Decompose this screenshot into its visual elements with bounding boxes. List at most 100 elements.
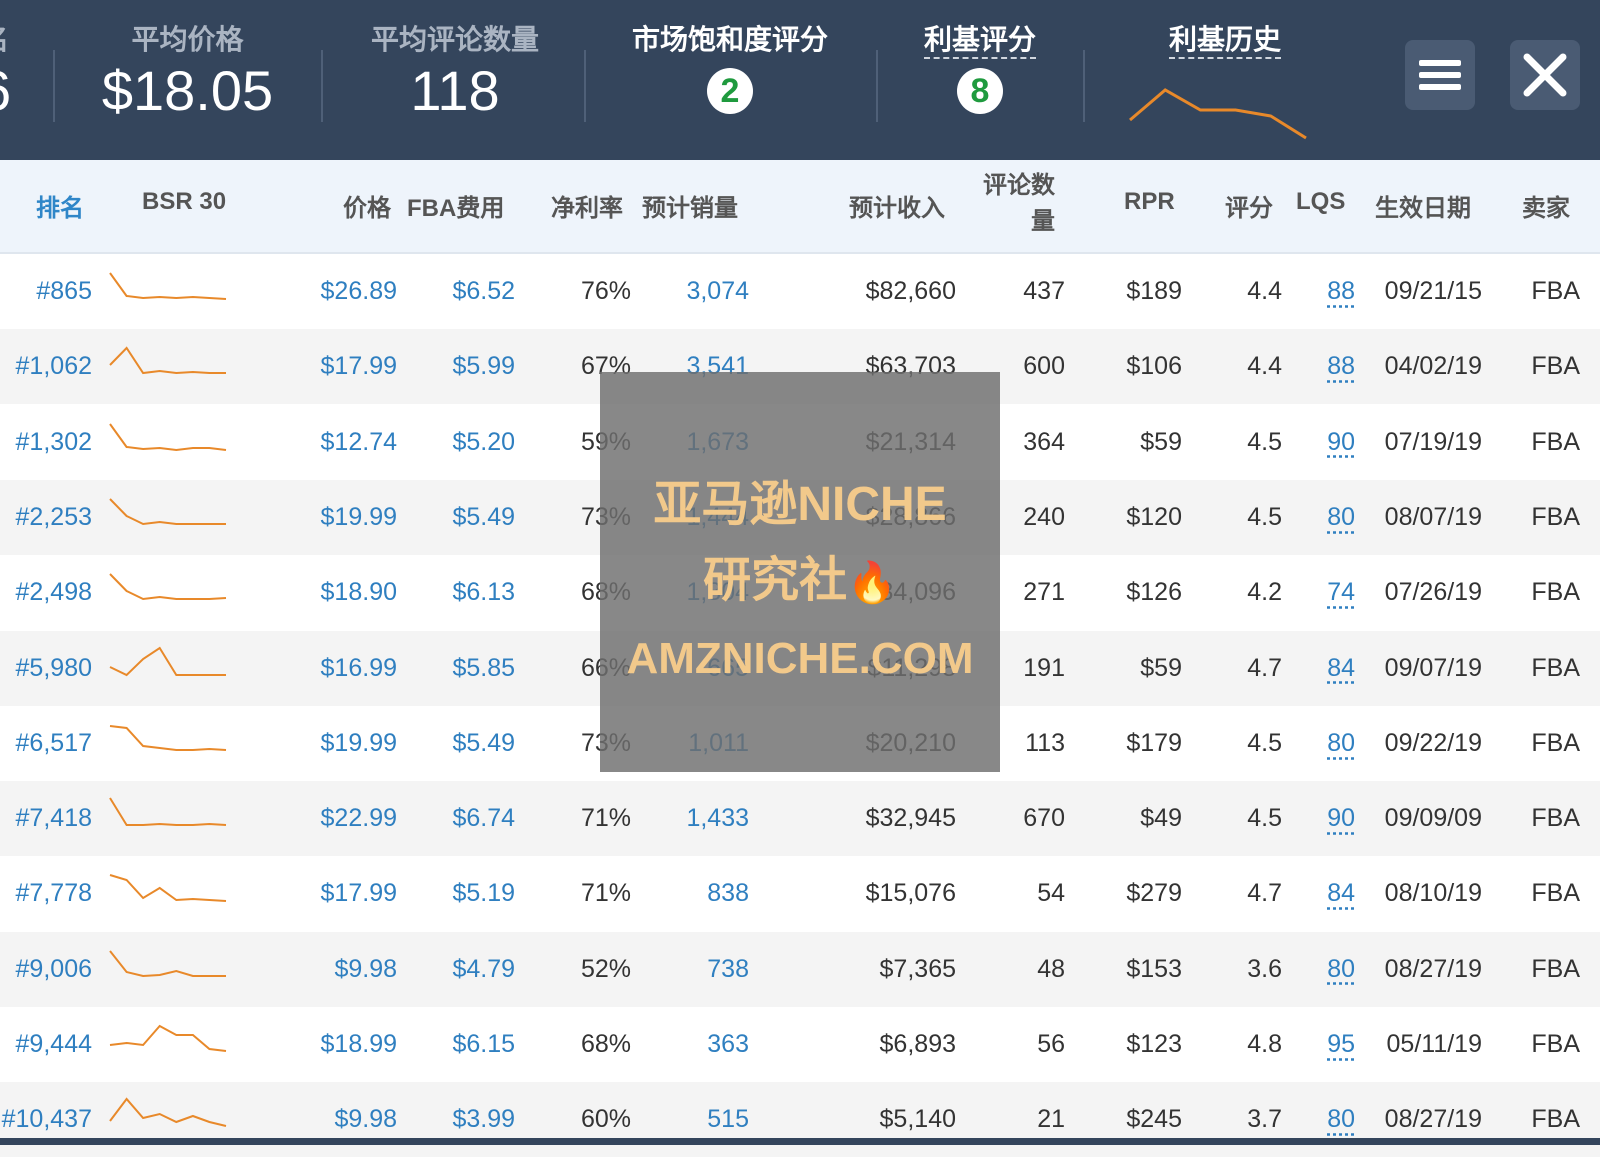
rank-cell[interactable]: #5,980 (16, 631, 92, 706)
seller-cell: FBA (1531, 653, 1580, 682)
divider (321, 50, 323, 122)
margin-cell: 52% (580, 954, 631, 983)
lqs-cell[interactable]: 90 (1327, 405, 1355, 480)
price-cell: $18.90 (320, 578, 397, 607)
sales-cell: 838 (707, 879, 749, 908)
seller-cell: FBA (1531, 427, 1580, 456)
menu-button[interactable] (1405, 40, 1475, 110)
table-row[interactable]: #9,006 $9.98 $4.79 52% 738 $7,365 48 $153 3.6 80 0… (0, 931, 1600, 1007)
profit-score-stat[interactable]: 利基评分 8 (880, 0, 1080, 160)
header-price[interactable]: 价格 (343, 188, 391, 223)
price-cell: $16.99 (320, 653, 397, 682)
seller-cell: FBA (1531, 1030, 1580, 1058)
header-rank[interactable]: 排名 (36, 188, 84, 223)
header-bsr[interactable]: BSR 30 (142, 188, 226, 216)
header-lqs[interactable]: LQS (1296, 188, 1345, 216)
lqs-cell[interactable]: 80 (1327, 932, 1355, 1007)
flame-icon: 🔥 (847, 561, 897, 605)
table-row[interactable]: #7,778 $17.99 $5.19 71% 838 $15,076 54 $279 4.7 8… (0, 856, 1600, 931)
header-fba[interactable]: FBA费用 (407, 188, 504, 223)
price-cell: $9.98 (334, 954, 397, 983)
date-cell: 08/10/19 (1384, 879, 1482, 908)
history-sparkline (1129, 88, 1307, 140)
rank-cell[interactable]: #9,006 (16, 932, 92, 1007)
rpr-cell: $245 (1126, 1105, 1182, 1134)
header-rating[interactable]: 评分 (1225, 188, 1273, 223)
fba-cell: $6.52 (452, 277, 515, 305)
bsr-sparkline-line (109, 272, 227, 300)
bsr-sparkline-line (109, 1024, 227, 1052)
rank-cell[interactable]: #2,498 (16, 555, 92, 630)
table-row[interactable]: #9,444 $18.99 $6.15 68% 363 $6,893 56 $123 4.8 95… (0, 1007, 1600, 1082)
rating-cell: 3.6 (1247, 954, 1282, 983)
margin-cell: 76% (580, 277, 631, 305)
sales-cell: 1,433 (686, 804, 749, 833)
date-cell: 05/11/19 (1386, 1030, 1482, 1058)
rpr-cell: $106 (1126, 352, 1182, 381)
reviews-cell: 21 (1037, 1105, 1065, 1134)
rpr-cell: $123 (1126, 1030, 1182, 1058)
lqs-cell[interactable]: 80 (1327, 1082, 1355, 1157)
seller-cell: FBA (1531, 352, 1580, 381)
rank-cell[interactable]: #1,302 (16, 405, 92, 480)
bsr-sparkline-line (109, 423, 227, 451)
saturation-stat: 市场饱和度评分 2 (595, 0, 865, 160)
reviews-cell: 600 (1023, 352, 1065, 381)
header-rpr[interactable]: RPR (1124, 188, 1175, 216)
saturation-label: 市场饱和度评分 (631, 24, 828, 55)
rating-cell: 4.5 (1247, 728, 1282, 757)
lqs-cell[interactable]: 84 (1327, 631, 1355, 706)
lqs-cell[interactable]: 84 (1327, 856, 1355, 931)
rating-cell: 4.2 (1247, 578, 1282, 607)
lqs-cell[interactable]: 95 (1327, 1007, 1355, 1082)
lqs-cell[interactable]: 74 (1327, 555, 1355, 630)
lqs-cell[interactable]: 88 (1327, 329, 1355, 404)
sales-cell: 3,074 (686, 277, 749, 305)
rank-cell[interactable]: #2,253 (16, 480, 92, 555)
rank-cell[interactable]: #7,778 (16, 856, 92, 931)
header-revenue[interactable]: 预计收入 (849, 188, 945, 223)
date-cell: 08/27/19 (1384, 954, 1482, 983)
rank-cell[interactable]: #865 (36, 254, 92, 329)
rating-cell: 4.4 (1247, 277, 1282, 305)
table-row[interactable]: #10,437 $9.98 $3.99 60% 515 $5,140 21 $245 3.7 80… (0, 1082, 1600, 1157)
date-cell: 09/21/15 (1384, 277, 1482, 305)
reviews-cell: 48 (1037, 954, 1065, 983)
rank-cell[interactable]: #9,444 (16, 1007, 92, 1082)
rank-cell[interactable]: #6,517 (16, 706, 92, 781)
avg-price-label: 平均价格 (131, 24, 244, 55)
bsr-sparkline (109, 498, 226, 525)
rank-cell[interactable]: #1,062 (16, 329, 92, 404)
profit-score-label[interactable]: 利基评分 (923, 24, 1036, 59)
fba-cell: $5.20 (452, 427, 515, 456)
table-row[interactable]: #865 $26.89 $6.52 76% 3,074 $82,660 437 $189 4.4… (0, 254, 1600, 329)
rank-cell[interactable]: #10,437 (2, 1082, 92, 1157)
bottom-bar (0, 1138, 1600, 1145)
bsr-sparkline-line (109, 874, 227, 903)
history-stat[interactable]: 利基历史 (1110, 0, 1340, 160)
header-margin[interactable]: 净利率 (551, 188, 623, 223)
divider (53, 50, 55, 122)
header-reviews[interactable]: 评论数 量 (983, 168, 1055, 240)
close-button[interactable] (1510, 40, 1580, 110)
bsr-sparkline-line (109, 346, 226, 375)
rank-cell[interactable]: #7,418 (16, 781, 92, 856)
header-sales[interactable]: 预计销量 (642, 188, 738, 223)
rpr-cell: $179 (1126, 728, 1182, 757)
date-cell: 07/26/19 (1384, 578, 1482, 607)
lqs-cell[interactable]: 80 (1327, 480, 1355, 555)
bsr-sparkline (109, 874, 227, 903)
lqs-cell[interactable]: 90 (1327, 781, 1355, 856)
lqs-cell[interactable]: 88 (1327, 254, 1355, 329)
rpr-cell: $59 (1140, 653, 1182, 682)
seller-cell: FBA (1531, 277, 1580, 305)
history-label[interactable]: 利基历史 (1168, 24, 1281, 59)
reviews-cell: 56 (1037, 1030, 1065, 1058)
bsr-sparkline (109, 646, 226, 676)
rating-cell: 4.5 (1247, 804, 1282, 833)
header-seller[interactable]: 卖家 (1522, 188, 1570, 223)
header-date[interactable]: 生效日期 (1375, 188, 1471, 223)
reviews-cell: 437 (1023, 277, 1065, 305)
table-row[interactable]: #7,418 $22.99 $6.74 71% 1,433 $32,945 670 $49 4.… (0, 781, 1600, 857)
lqs-cell[interactable]: 80 (1327, 706, 1355, 781)
